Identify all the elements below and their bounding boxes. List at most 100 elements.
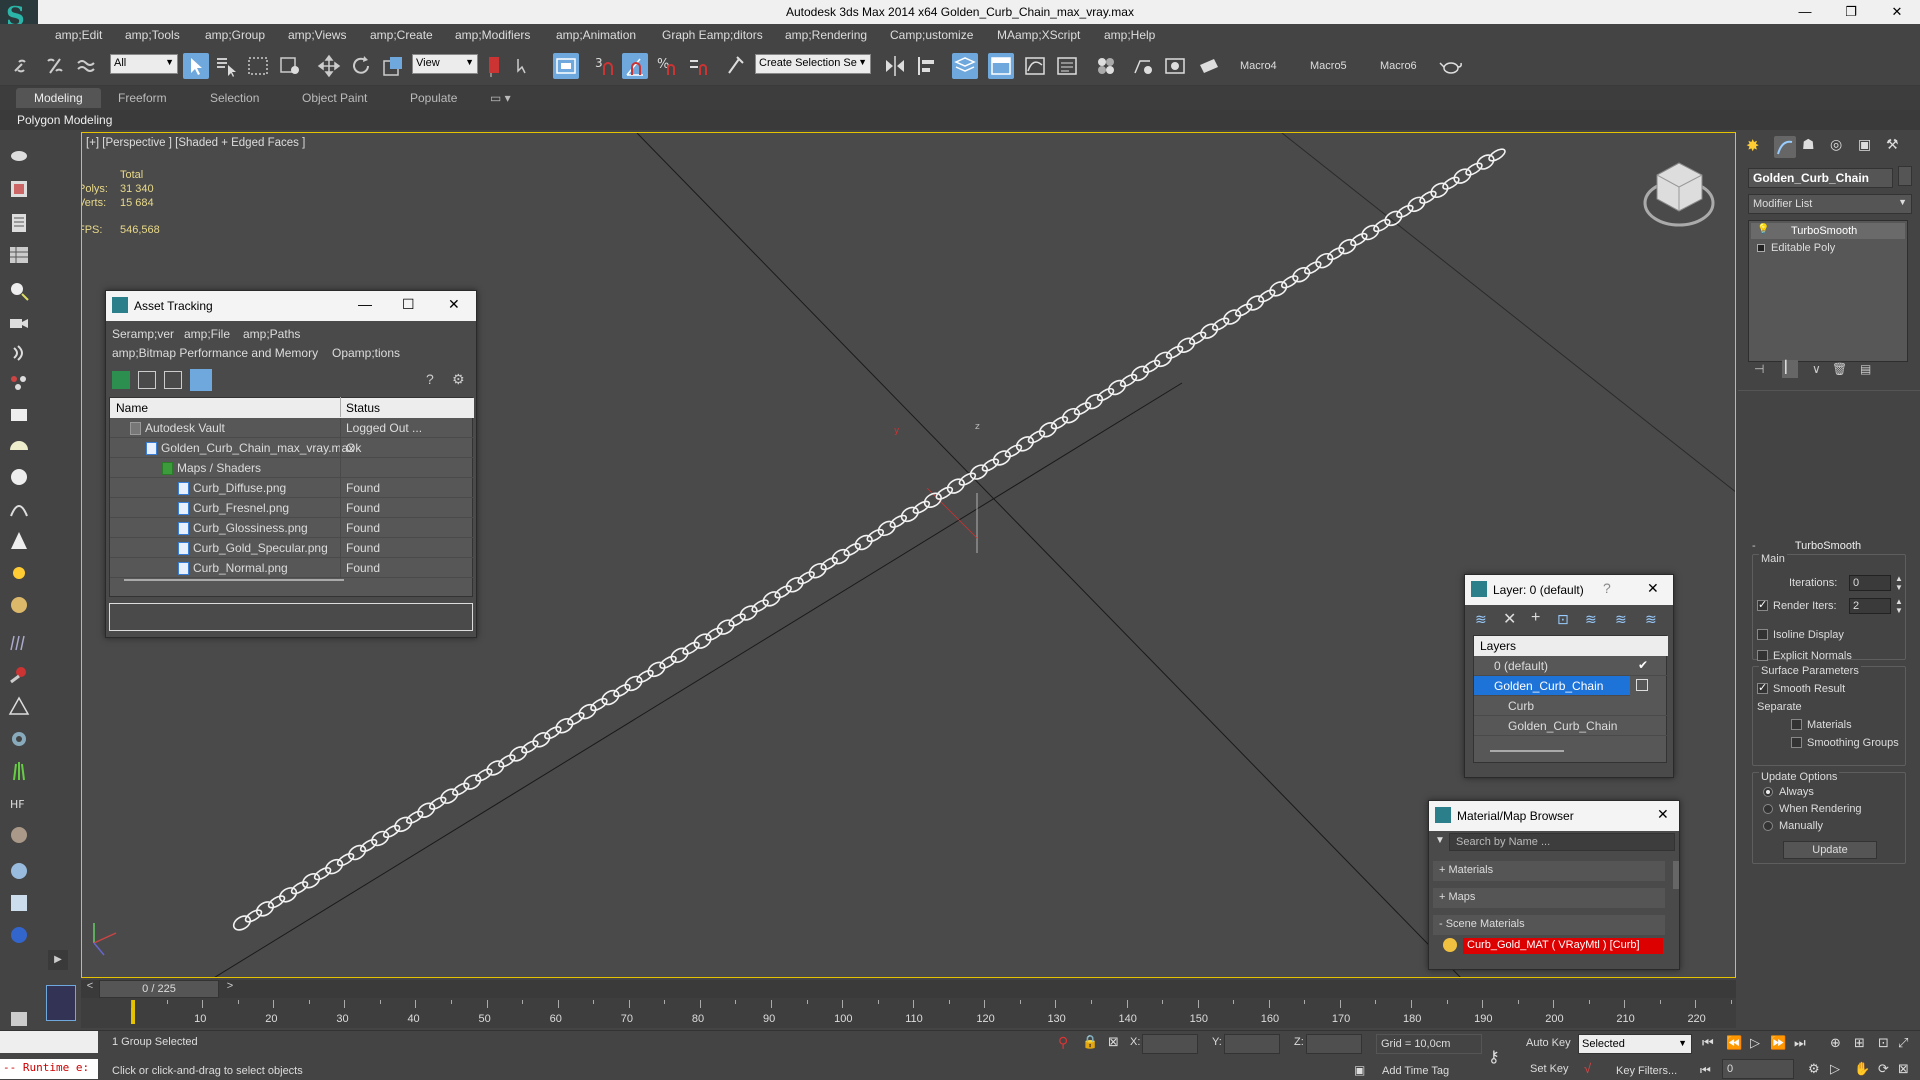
menu-create[interactable]: amp;Create [370,28,433,42]
material-editor-icon[interactable] [1093,53,1119,79]
layer-item-selected[interactable]: Golden_Curb_Chain [1474,676,1630,696]
x-coordinate-input[interactable] [1142,1034,1198,1054]
material-sphere-icon[interactable] [6,592,32,618]
reactor-icon[interactable] [6,694,32,720]
selection-filter-dropdown[interactable]: All ▼ [110,54,178,74]
selection-lock-icon[interactable]: 🔒 [1082,1034,1098,1050]
view-cube-icon[interactable] [1643,162,1715,227]
update-when-rendering-radio[interactable] [1763,804,1773,814]
tab-modeling[interactable]: Modeling [16,88,101,108]
texture-icon[interactable] [6,890,32,916]
gear-icon[interactable] [6,726,32,752]
sound-icon[interactable] [6,340,32,366]
menu-customize[interactable]: Camp;ustomize [890,28,973,42]
motion-tab-icon[interactable]: ◎ [1830,136,1852,158]
zoom-extents-icon[interactable]: ⊡ [1878,1035,1889,1051]
zoom-all-icon[interactable]: ⊞ [1854,1035,1865,1051]
create-panel-icon[interactable] [6,142,32,168]
asset-tracking-minimize-button[interactable]: — [358,296,372,312]
detail-view-icon[interactable] [164,371,182,389]
list-view-icon[interactable] [138,371,156,389]
at-menu-options[interactable]: Opamp;tions [332,346,400,360]
close-button[interactable]: ✕ [1874,0,1920,24]
asset-row[interactable]: Curb_Fresnel.png Found [110,498,474,518]
pivot-center-icon[interactable] [483,53,509,79]
column-name-header[interactable]: Name [116,401,148,415]
sphere-icon[interactable] [6,464,32,490]
refresh-icon[interactable] [112,371,130,389]
iterations-spinner[interactable]: 0 [1849,575,1891,591]
horizontal-scrollbar[interactable] [124,579,344,581]
key-mode-toggle-icon[interactable]: ⏮ [1700,1063,1711,1078]
asset-row[interactable]: Curb_Glossiness.png Found [110,518,474,538]
asset-tracking-maximize-button[interactable]: ☐ [402,296,415,313]
asset-row[interactable]: Curb_Diffuse.png Found [110,478,474,498]
macro4-button[interactable]: Macro4 [1240,60,1277,72]
menu-animation[interactable]: amp;Animation [556,28,636,42]
select-manipulate-icon[interactable] [512,53,538,79]
named-selection-dropdown[interactable]: Create Selection Se ▼ [755,54,871,74]
render-icon[interactable] [6,176,32,202]
bind-spacewarp-icon[interactable] [74,53,100,79]
y-coordinate-input[interactable] [1224,1034,1280,1054]
track-bar[interactable]: 10 20 30 40 50 60 70 80 90 100 110 120 130 140 150 160 1… [81,998,1736,1028]
go-to-start-icon[interactable]: ⏮ [1702,1035,1714,1051]
previous-frame-icon[interactable]: ⏪ [1726,1035,1742,1051]
time-slider[interactable]: < 0 / 225 > [81,980,1736,998]
separate-materials-checkbox[interactable] [1791,719,1802,730]
add-time-tag-button[interactable]: Add Time Tag [1382,1065,1449,1077]
table-icon[interactable] [6,242,32,268]
field-of-view-icon[interactable]: ▷ [1830,1061,1840,1077]
maximize-viewport-icon[interactable]: ⤢ [1898,1035,1908,1051]
time-slider-prev-icon[interactable]: < [81,980,99,998]
snaps-toggle-icon[interactable]: 3 [592,53,618,79]
globe-icon[interactable] [6,858,32,884]
column-status-header[interactable]: Status [346,401,380,415]
render-iters-checkbox[interactable] [1757,598,1768,611]
keyboard-shortcut-override-icon[interactable] [553,53,579,79]
isoline-display-checkbox[interactable] [1757,629,1768,640]
material-browser-titlebar[interactable]: Material/Map Browser ✕ [1429,801,1679,831]
asset-row[interactable]: Maps / Shaders [110,458,474,478]
maximize-button[interactable]: ❐ [1828,0,1874,24]
unlink-icon[interactable] [42,53,68,79]
hierarchy-tab-icon[interactable]: ☗ [1802,136,1824,158]
layer-object-item[interactable]: Curb [1474,696,1668,716]
tab-selection[interactable]: Selection [210,91,259,105]
pan-view-icon[interactable]: ✋ [1854,1061,1870,1077]
scene-materials-section[interactable]: - Scene Materials [1433,915,1665,935]
angle-snap-icon[interactable] [622,53,648,79]
explicit-normals-checkbox[interactable] [1757,650,1768,661]
separate-smoothing-groups-checkbox[interactable] [1791,737,1802,748]
layer-item[interactable]: 0 (default) ✔ [1474,656,1668,676]
tab-populate[interactable]: Populate [410,91,457,105]
asset-path-field[interactable] [109,603,473,631]
grass-icon[interactable] [6,758,32,784]
material-search-input[interactable]: Search by Name ... [1449,833,1675,851]
menu-rendering[interactable]: amp;Rendering [785,28,867,42]
next-frame-icon[interactable]: ⏩ [1770,1035,1786,1051]
polygon-modeling-label[interactable]: Polygon Modeling [17,113,112,127]
ribbon-options-icon[interactable]: ▭ ▾ [490,91,511,105]
show-end-result-icon[interactable]: ▏ [1782,360,1798,378]
modify-tab-icon[interactable] [1774,136,1796,158]
box-icon[interactable] [6,402,32,428]
time-tag-icon[interactable]: ▣ [1354,1063,1365,1077]
display-tab-icon[interactable]: ▣ [1858,136,1880,158]
rotate-icon[interactable] [348,53,374,79]
rollout-collapse-icon[interactable]: - [1752,540,1756,552]
smooth-result-checkbox[interactable] [1757,681,1768,694]
render-frame-icon[interactable] [6,922,32,948]
viewport-label[interactable]: [+] [Perspective ] [Shaded + Edged Faces… [86,137,305,149]
maximize-toggle-icon[interactable]: ⊠ [1898,1061,1909,1077]
active-layer-check-icon[interactable]: ✔ [1638,658,1648,672]
maps-section[interactable]: + Maps [1433,888,1665,908]
tab-object-paint[interactable]: Object Paint [302,91,367,105]
rect-select-region-icon[interactable] [245,53,271,79]
create-tab-icon[interactable]: ✸ [1746,136,1768,158]
scale-icon[interactable] [380,53,406,79]
select-object-icon[interactable] [183,53,209,79]
material-scrollbar[interactable] [1673,861,1679,889]
edit-named-selection-icon[interactable] [723,53,749,79]
at-menu-file[interactable]: amp;File [184,327,230,341]
